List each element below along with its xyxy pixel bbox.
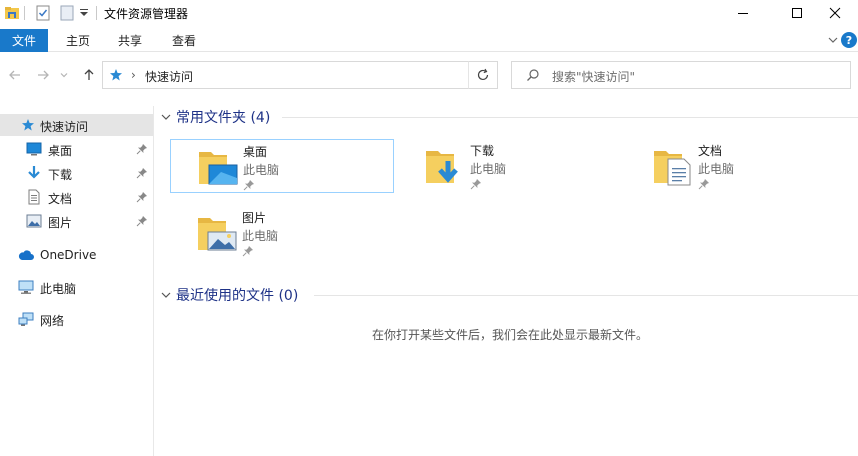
tab-view[interactable]: 查看: [162, 29, 206, 52]
nav-item-network[interactable]: 网络: [0, 308, 153, 330]
document-icon: [26, 189, 42, 205]
nav-item-desktop[interactable]: 桌面: [0, 138, 153, 160]
folder-location: 此电脑: [242, 229, 279, 243]
recent-files-header[interactable]: 最近使用的文件 (0): [160, 285, 298, 305]
section-title: 最近使用的文件 (0): [176, 288, 299, 304]
chevron-down-icon: [160, 289, 172, 301]
pin-icon[interactable]: [470, 178, 482, 190]
title-divider: [96, 6, 97, 20]
qa-divider: [24, 6, 25, 20]
pin-icon[interactable]: [243, 179, 255, 191]
star-icon: [20, 117, 36, 133]
breadcrumb-quick-access[interactable]: 快速访问: [145, 68, 193, 85]
nav-item-label: 文档: [48, 192, 73, 206]
pin-icon[interactable]: [136, 191, 148, 203]
folder-tile-downloads[interactable]: 下载 此电脑: [398, 139, 622, 193]
folder-name: 桌面: [243, 145, 268, 159]
nav-item-label: OneDrive: [40, 248, 97, 262]
documents-folder-icon: [652, 145, 696, 187]
back-button[interactable]: [6, 66, 24, 84]
pin-icon[interactable]: [136, 143, 148, 155]
folder-tile-pictures[interactable]: 图片 此电脑: [170, 206, 394, 260]
title-bar: 文件资源管理器: [0, 0, 858, 26]
download-icon: [26, 165, 42, 181]
recent-locations-button[interactable]: [58, 66, 70, 84]
refresh-button[interactable]: [468, 61, 498, 89]
window-title: 文件资源管理器: [104, 7, 189, 21]
search-box[interactable]: 搜索"快速访问": [511, 61, 851, 89]
new-folder-quick-icon[interactable]: [60, 4, 74, 22]
pin-icon[interactable]: [136, 167, 148, 179]
address-bar[interactable]: › 快速访问: [102, 61, 498, 89]
arrow-right-icon: [38, 70, 49, 80]
nav-item-label: 快速访问: [40, 120, 89, 134]
nav-item-downloads[interactable]: 下载: [0, 162, 153, 184]
minimize-button[interactable]: [720, 0, 766, 26]
frequent-folders-header[interactable]: 常用文件夹 (4): [160, 107, 270, 127]
customize-quick-access-icon[interactable]: [79, 4, 89, 22]
arrow-left-icon: [9, 70, 20, 80]
expand-ribbon-button[interactable]: [826, 33, 840, 47]
navigation-pane: 快速访问 桌面 下载 文档 图片 OneDrive 此电脑 网络: [0, 106, 154, 456]
desktop-icon: [26, 141, 42, 157]
folder-tile-desktop[interactable]: 桌面 此电脑: [170, 139, 394, 193]
nav-item-pictures[interactable]: 图片: [0, 210, 153, 232]
nav-item-quick-access[interactable]: 快速访问: [0, 114, 153, 136]
folder-location: 此电脑: [243, 163, 280, 177]
cloud-icon: [18, 247, 34, 263]
tab-home[interactable]: 主页: [56, 29, 100, 52]
up-button[interactable]: [80, 66, 98, 84]
network-icon: [18, 311, 34, 327]
folder-name: 文档: [698, 144, 723, 158]
explorer-app-icon[interactable]: [4, 4, 20, 22]
breadcrumb-separator[interactable]: ›: [131, 68, 136, 82]
chevron-down-icon: [60, 73, 68, 78]
folder-name: 下载: [470, 144, 495, 158]
star-icon: [109, 68, 123, 85]
arrow-up-icon: [84, 69, 94, 80]
search-placeholder: 搜索"快速访问": [552, 70, 636, 84]
nav-item-label: 下载: [48, 168, 73, 182]
nav-item-label: 此电脑: [40, 282, 77, 296]
tab-share[interactable]: 共享: [108, 29, 152, 52]
desktop-folder-icon: [197, 146, 241, 188]
chevron-down-icon: [160, 111, 172, 123]
close-button[interactable]: [812, 0, 858, 26]
computer-icon: [18, 279, 34, 295]
refresh-icon: [477, 68, 489, 81]
properties-quick-icon[interactable]: [36, 4, 50, 22]
downloads-folder-icon: [424, 145, 468, 187]
folder-location: 此电脑: [470, 162, 507, 176]
nav-item-this-pc[interactable]: 此电脑: [0, 276, 153, 298]
tab-file[interactable]: 文件: [0, 29, 48, 52]
nav-item-onedrive[interactable]: OneDrive: [0, 244, 153, 266]
picture-icon: [26, 213, 42, 229]
ribbon-tabs: 文件 主页 共享 查看 ?: [0, 29, 858, 52]
maximize-icon: [792, 8, 802, 18]
folder-name: 图片: [242, 211, 267, 225]
forward-button[interactable]: [34, 66, 52, 84]
section-divider: [314, 295, 858, 296]
nav-item-documents[interactable]: 文档: [0, 186, 153, 208]
nav-item-label: 桌面: [48, 144, 73, 158]
search-icon: [526, 68, 540, 85]
nav-item-label: 图片: [48, 216, 73, 230]
pin-icon[interactable]: [242, 245, 254, 257]
minimize-icon: [738, 13, 748, 14]
pictures-folder-icon: [196, 212, 240, 254]
chevron-down-icon: [828, 37, 838, 43]
section-title: 常用文件夹 (4): [176, 110, 271, 126]
empty-recent-message: 在你打开某些文件后，我们会在此处显示最新文件。: [372, 328, 649, 342]
pin-icon[interactable]: [136, 215, 148, 227]
nav-item-label: 网络: [40, 314, 65, 328]
folder-tile-documents[interactable]: 文档 此电脑: [626, 139, 850, 193]
help-button[interactable]: ?: [841, 32, 857, 48]
section-divider: [282, 117, 858, 118]
close-icon: [829, 7, 841, 19]
folder-location: 此电脑: [698, 162, 735, 176]
pin-icon[interactable]: [698, 178, 710, 190]
